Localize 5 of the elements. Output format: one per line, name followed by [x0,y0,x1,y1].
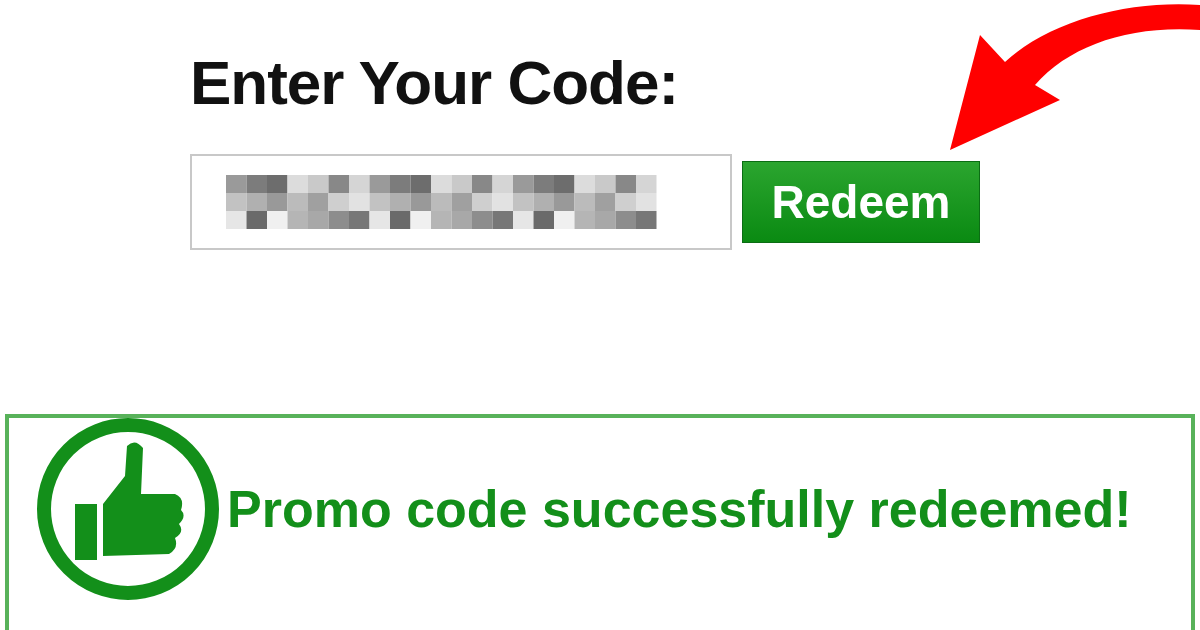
success-message: Promo code successfully redeemed! [227,479,1132,539]
thumbs-up-icon [35,416,221,602]
redeem-button[interactable]: Redeem [742,161,980,243]
code-input-field[interactable] [190,154,732,250]
heading: Enter Your Code: [190,47,680,119]
